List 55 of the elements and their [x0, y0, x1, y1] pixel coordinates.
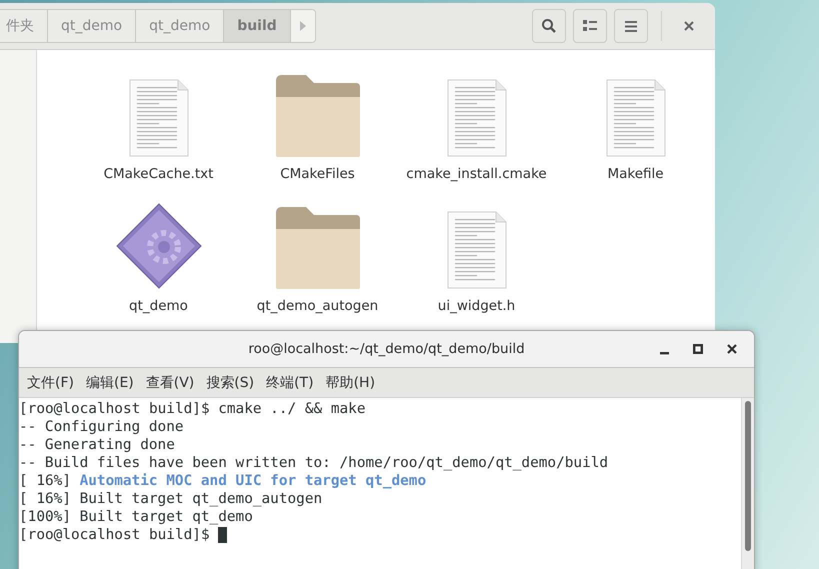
- close-icon: [684, 21, 694, 31]
- file-item[interactable]: qt_demo_autogen: [238, 196, 397, 328]
- text-document-icon: [446, 79, 506, 157]
- minimize-icon: [660, 352, 668, 354]
- terminal-output: cmake ../ && make: [218, 400, 366, 418]
- search-icon: [541, 18, 557, 34]
- terminal-output: Built target qt_demo: [80, 508, 253, 526]
- file-name: qt_demo: [129, 298, 188, 314]
- prompt-prefix: [ 16%]: [19, 490, 71, 508]
- file-name: CMakeCache.txt: [104, 166, 214, 182]
- menu-icon: [625, 20, 637, 32]
- text-document-icon: [606, 79, 666, 157]
- file-item[interactable]: qt_demo: [79, 196, 238, 328]
- menu-item[interactable]: 查看(V): [140, 370, 200, 396]
- menu-button[interactable]: [614, 9, 648, 43]
- list-view-icon: [583, 20, 597, 32]
- file-item[interactable]: ui_widget.h: [397, 196, 556, 328]
- file-name: cmake_install.cmake: [406, 166, 547, 182]
- file-name: Makefile: [607, 166, 664, 182]
- prompt-prefix: --: [19, 436, 36, 454]
- prompt-prefix: --: [19, 418, 36, 436]
- folder-icon: [276, 207, 360, 289]
- menu-item[interactable]: 编辑(E): [80, 370, 140, 396]
- terminal-output: Generating done: [44, 436, 175, 454]
- view-toggle-button[interactable]: [573, 9, 607, 43]
- search-button[interactable]: [532, 9, 566, 43]
- prompt-prefix: [roo@localhost build]$: [19, 526, 210, 544]
- terminal-output: Build files have been written to: /home/roo/qt_demo/qt_demo/build: [44, 454, 608, 472]
- menu-item[interactable]: 搜索(S): [200, 370, 260, 396]
- maximize-icon: [693, 344, 703, 354]
- menu-item[interactable]: 终端(T): [260, 370, 320, 396]
- file-item[interactable]: CMakeFiles: [238, 64, 397, 196]
- prompt-prefix: [roo@localhost build]$: [19, 400, 210, 418]
- prompt-prefix: --: [19, 454, 36, 472]
- terminal-output: Automatic MOC and UIC for target qt_demo: [80, 472, 426, 490]
- triangle-right-icon: [300, 21, 306, 31]
- terminal-output: Configuring done: [44, 418, 184, 436]
- window-title: roo@localhost:~/qt_demo/qt_demo/build: [248, 341, 525, 357]
- file-item[interactable]: cmake_install.cmake: [397, 64, 556, 196]
- close-icon: [727, 344, 737, 354]
- menu-item[interactable]: 帮助(H): [320, 370, 382, 396]
- folder-icon: [276, 75, 360, 157]
- file-name: CMakeFiles: [280, 166, 355, 182]
- text-document-icon: [128, 79, 188, 157]
- gear-diamond-icon: [116, 203, 202, 289]
- terminal-output: Built target qt_demo_autogen: [80, 490, 322, 508]
- file-item[interactable]: Makefile: [556, 64, 715, 196]
- file-item[interactable]: CMakeCache.txt: [79, 64, 238, 196]
- prompt-prefix: [100%]: [19, 508, 71, 526]
- file-name: qt_demo_autogen: [256, 298, 378, 314]
- prompt-prefix: [ 16%]: [19, 472, 71, 490]
- file-name: ui_widget.h: [438, 298, 516, 314]
- text-document-icon: [446, 211, 506, 289]
- menu-item[interactable]: 文件(F): [21, 370, 80, 396]
- scrollbar-thumb[interactable]: [745, 401, 751, 551]
